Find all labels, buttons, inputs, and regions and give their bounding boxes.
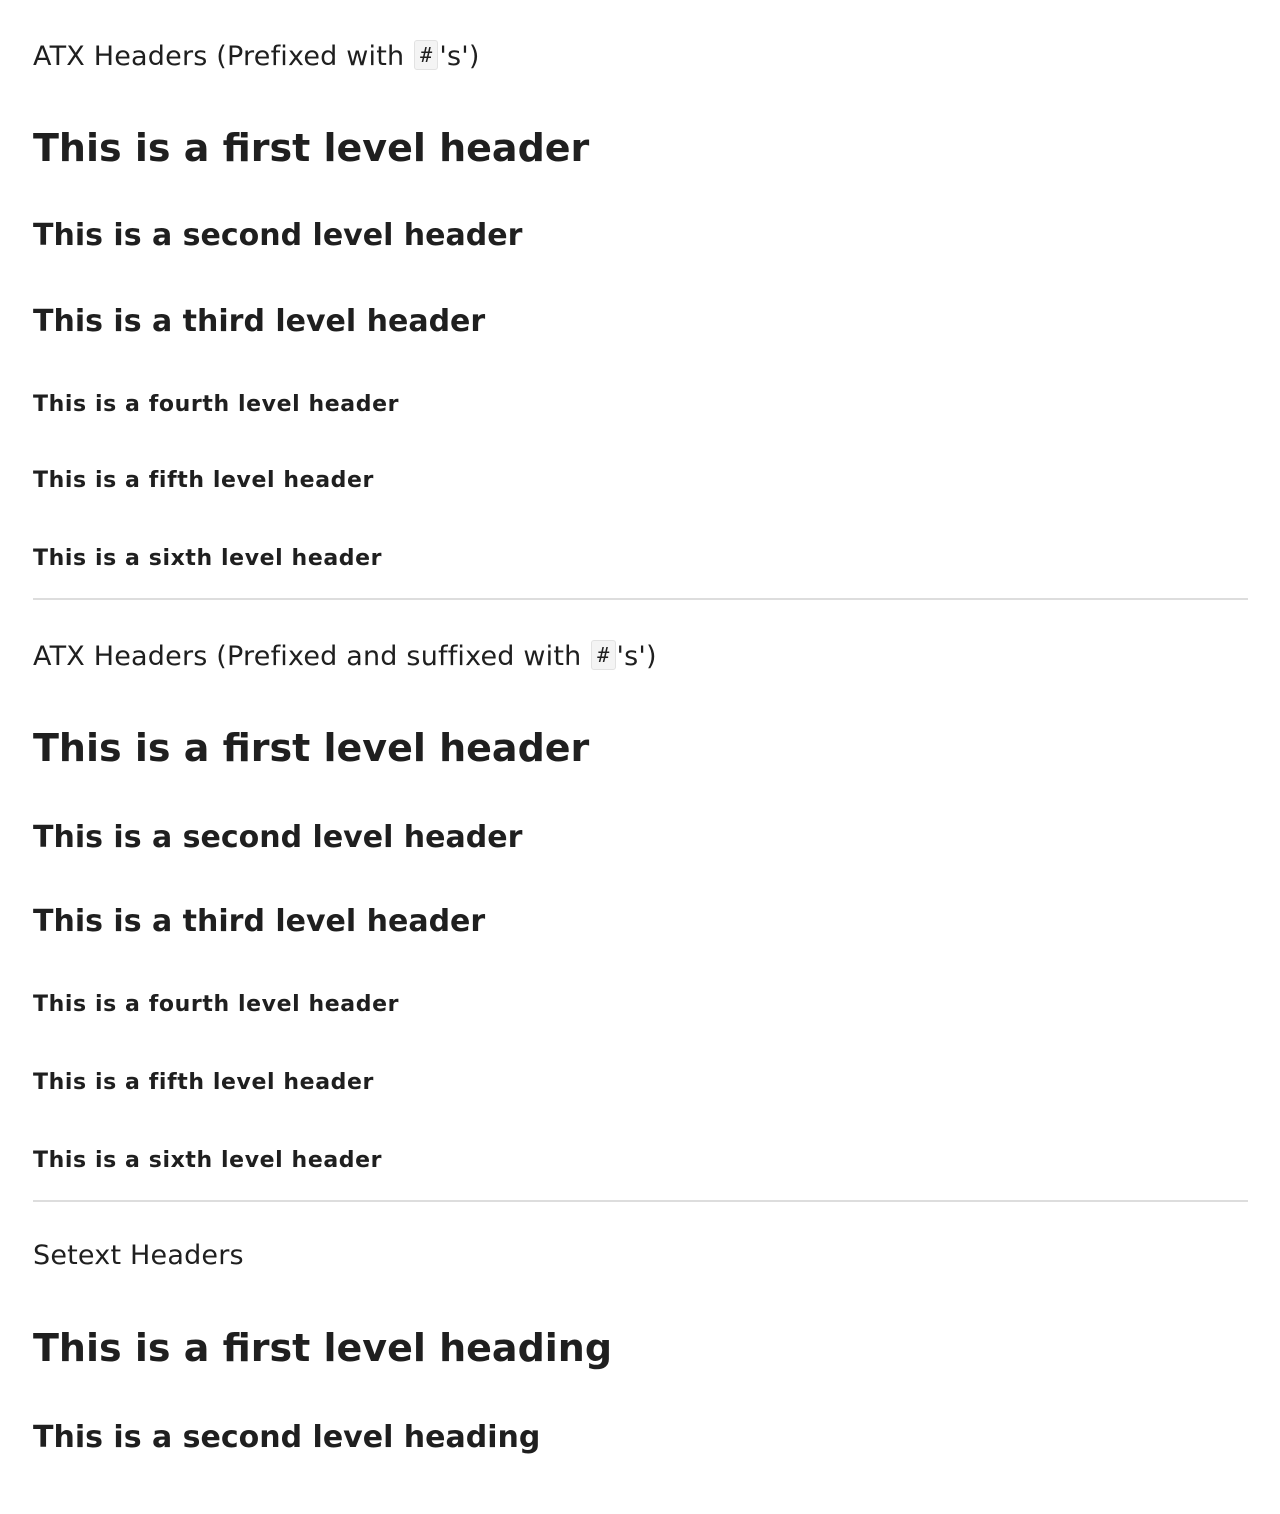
inline-code: # xyxy=(414,40,439,70)
heading-level-1: This is a first level header xyxy=(33,126,590,170)
section-label-atx-prefixed-suffixed: ATX Headers (Prefixed and suffixed with … xyxy=(33,640,657,670)
setext-heading-level-1: This is a first level heading xyxy=(33,1326,613,1370)
setext-heading-level-2: This is a second level heading xyxy=(33,1420,541,1455)
section-label-setext: Setext Headers xyxy=(33,1240,244,1271)
section-label-suffix: 's') xyxy=(616,641,657,672)
heading-level-3: This is a third level header xyxy=(33,304,486,339)
section-label-atx-prefixed: ATX Headers (Prefixed with #'s') xyxy=(33,40,480,70)
heading-level-1: This is a first level header xyxy=(33,726,590,770)
heading-level-2: This is a second level header xyxy=(33,820,523,855)
horizontal-rule xyxy=(33,598,1248,600)
heading-level-6: This is a sixth level header xyxy=(33,546,383,571)
heading-level-2: This is a second level header xyxy=(33,218,523,253)
heading-level-4: This is a fourth level header xyxy=(33,992,400,1017)
heading-level-5: This is a fifth level header xyxy=(33,468,374,493)
inline-code: # xyxy=(591,640,616,670)
heading-level-3: This is a third level header xyxy=(33,904,486,939)
section-label-suffix: 's') xyxy=(439,41,480,72)
heading-level-4: This is a fourth level header xyxy=(33,392,400,417)
heading-level-6: This is a sixth level header xyxy=(33,1148,383,1173)
horizontal-rule xyxy=(33,1200,1248,1202)
heading-level-5: This is a fifth level header xyxy=(33,1070,374,1095)
section-label-text: ATX Headers (Prefixed with xyxy=(33,41,414,72)
section-label-text: ATX Headers (Prefixed and suffixed with xyxy=(33,641,591,672)
